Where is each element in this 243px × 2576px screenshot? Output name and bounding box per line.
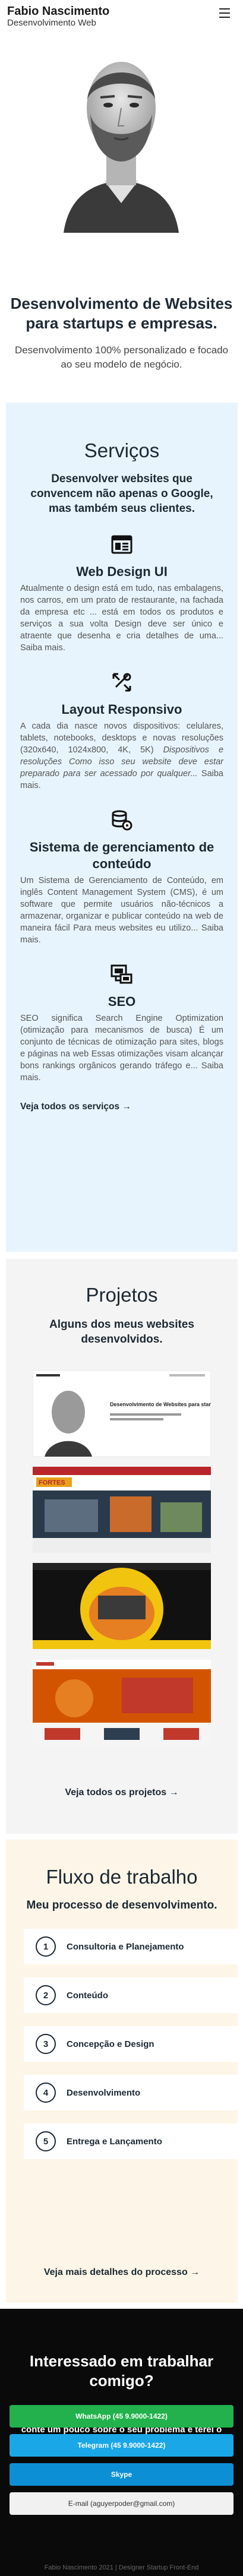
projects-lead: Alguns dos meus websites desenvolvidos. — [49, 1318, 194, 1346]
web-design-icon — [111, 535, 132, 554]
service-responsive: Layout Responsivo A cada dia nasce novos… — [20, 670, 223, 792]
step-number: 4 — [36, 2083, 56, 2103]
workflow-step: 4 Desenvolvimento — [24, 2075, 238, 2110]
step-number: 3 — [36, 2034, 56, 2054]
step-label: Desenvolvimento — [67, 2087, 141, 2098]
responsive-icon — [112, 673, 131, 692]
workflow-lead: Meu processo de desenvolvimento. — [26, 1899, 217, 1912]
profile-photo — [58, 43, 185, 233]
seo-icon — [111, 964, 132, 984]
hero-subtitle: Desenvolvimento 100% personalizado e foc… — [14, 344, 229, 370]
all-services-link[interactable]: Veja todos os serviços → — [20, 1102, 223, 1112]
all-projects-link[interactable]: Veja todos os projetos → — [6, 1787, 238, 1798]
cms-icon — [112, 810, 132, 831]
service-description: Um Sistema de Gerenciamento de Conteúdo,… — [20, 876, 223, 945]
service-seo: SEO SEO significa Search Engine Optimiza… — [20, 963, 223, 1084]
services-section: Serviços Desenvolver websites que conven… — [6, 403, 238, 1252]
step-number: 1 — [36, 1936, 56, 1957]
step-label: Concepção e Design — [67, 2039, 154, 2049]
project-thumbnail[interactable] — [33, 1660, 211, 1746]
project-thumbnail[interactable]: Desenvolvimento de Websites para startup… — [33, 1371, 211, 1457]
brand-name[interactable]: Fabio Nascimento — [7, 5, 236, 18]
hero-title: Desenvolvimento de Websites para startup… — [10, 295, 233, 332]
service-description: Atualmente o design está em tudo, nas em… — [20, 584, 223, 653]
workflow-step: 2 Conteúdo — [24, 1977, 238, 2013]
step-label: Conteúdo — [67, 1990, 108, 2001]
thumbnail-heading: Desenvolvimento de Websites para startup… — [110, 1401, 211, 1407]
workflow-step: 1 Consultoria e Planejamento — [24, 1929, 238, 1964]
email-button[interactable]: E-mail (aguyerpoder@gmail.com) — [10, 2492, 233, 2515]
brand-subtitle: Desenvolvimento Web — [7, 18, 96, 28]
skype-button[interactable]: Skype — [10, 2463, 233, 2486]
step-label: Consultoria e Planejamento — [67, 1941, 184, 1952]
service-description: A cada dia nasce novos dispositivos: cel… — [20, 720, 223, 792]
service-description: SEO significa Search Engine Optimization… — [20, 1014, 223, 1083]
project-thumbnail[interactable] — [33, 1563, 211, 1649]
service-name: Layout Responsivo — [61, 702, 182, 717]
project-thumbnail[interactable]: FORTES — [33, 1467, 211, 1553]
projects-title: Projetos — [86, 1284, 158, 1306]
service-web-design: Web Design UI Atualmente o design está e… — [20, 533, 223, 654]
page: Fabio Nascimento Desenvolvimento Web Des… — [0, 0, 243, 2576]
projects-section: Projetos Alguns dos meus websites desenv… — [6, 1259, 238, 1834]
workflow-details-link[interactable]: Veja mais detalhes do processo → — [6, 2267, 238, 2278]
services-lead: Desenvolver websites que convencem não a… — [30, 473, 213, 515]
thumbnail-logo: FORTES — [39, 1479, 65, 1486]
service-cms: Sistema de gerenciamento de conteúdo Um … — [20, 808, 223, 946]
whatsapp-button[interactable]: WhatsApp (45 9.9000-1422) — [10, 2405, 233, 2428]
workflow-step: 3 Concepção e Design — [24, 2026, 238, 2062]
contact-title: Interessado em trabalhar comigo? — [29, 2352, 214, 2390]
service-name: SEO — [108, 994, 136, 1009]
service-name: Web Design UI — [76, 564, 168, 579]
workflow-title: Fluxo de trabalho — [46, 1866, 198, 1888]
workflow-section: Fluxo de trabalho Meu processo de desenv… — [6, 1840, 238, 2303]
footer-note: Fabio Nascimento 2021 | Designer Startup… — [44, 2564, 199, 2571]
service-name: Sistema de gerenciamento de conteúdo — [29, 840, 214, 871]
step-number: 2 — [36, 1985, 56, 2005]
step-label: Entrega e Lançamento — [67, 2136, 162, 2147]
step-number: 5 — [36, 2131, 56, 2151]
services-title: Serviços — [84, 439, 160, 461]
hamburger-menu-icon[interactable] — [219, 8, 230, 18]
telegram-button[interactable]: Telegram (45 9.9000-1422) — [10, 2434, 233, 2457]
workflow-step: 5 Entrega e Lançamento — [24, 2124, 238, 2159]
site-header: Fabio Nascimento Desenvolvimento Web — [0, 0, 243, 30]
